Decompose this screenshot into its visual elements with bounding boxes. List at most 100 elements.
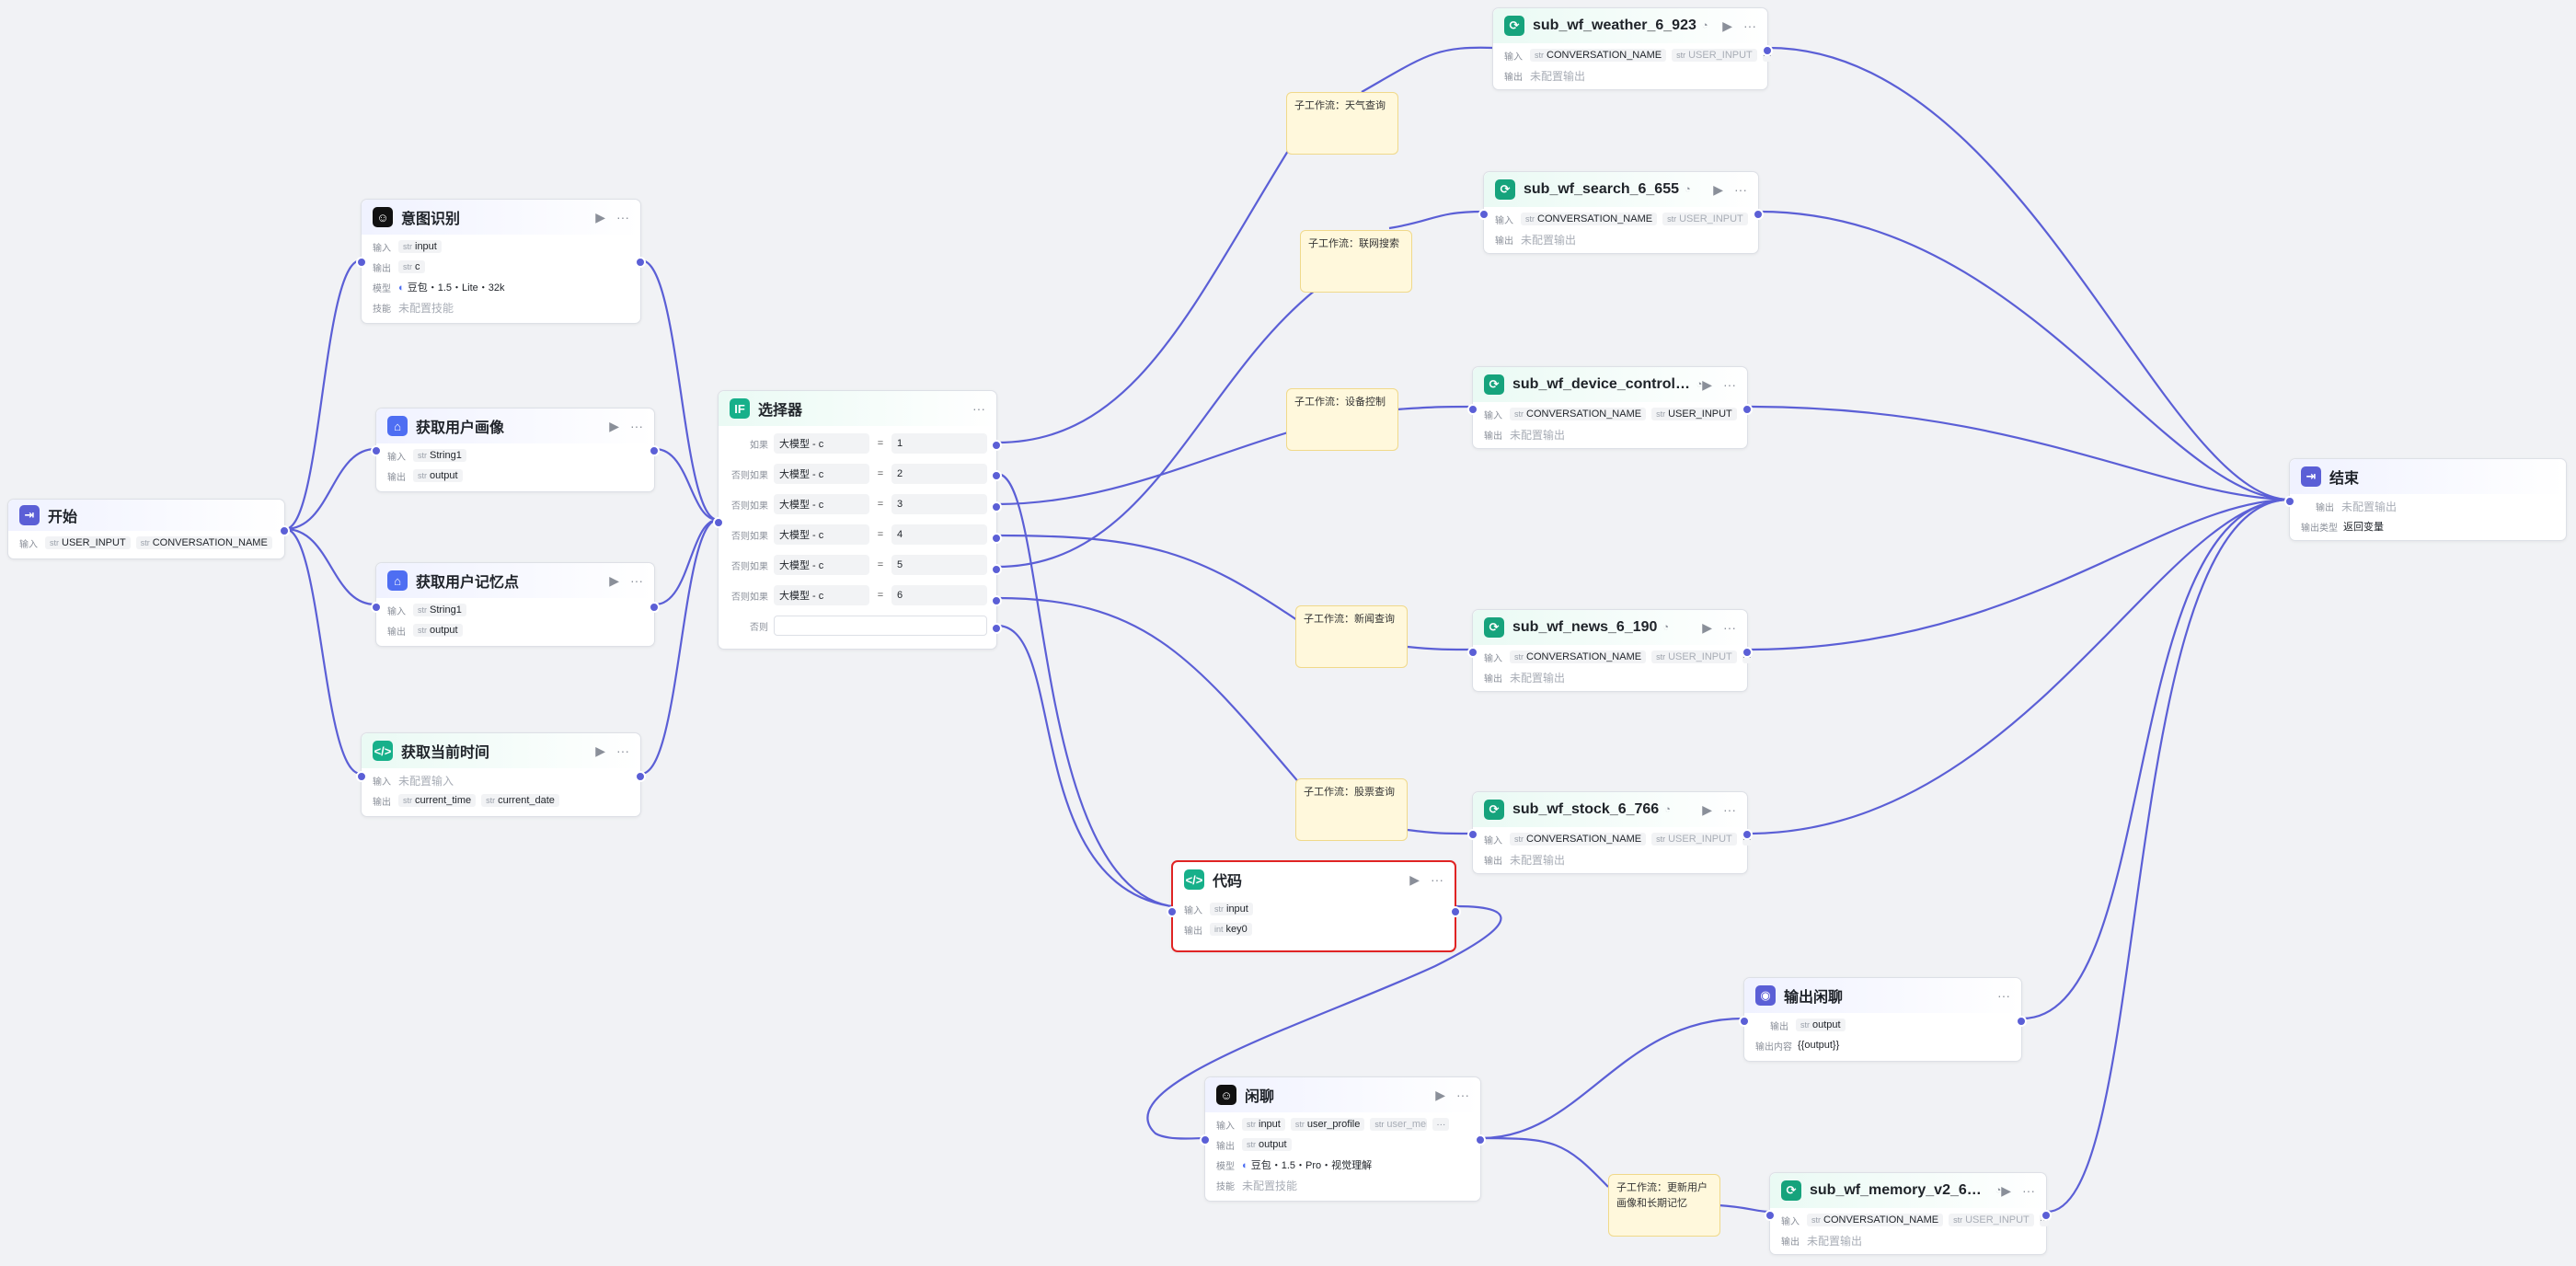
run-icon[interactable]: ▶ [2001, 1183, 2011, 1199]
end-node[interactable]: ⇥ 结束 输出 未配置输出 输出类型 返回变量 [2284, 458, 2567, 541]
subflow-search-node[interactable]: ⟳ sub_wf_search_6_655 ◔ ▶ ··· 输入 str CONVE… [1478, 171, 1764, 254]
subflow-weather-node[interactable]: ⟳ sub_wf_weather_6_923 ◔ ▶ ··· 输入 str CONV… [1492, 7, 1773, 90]
input-tag: str USER_INPUT [1651, 833, 1737, 846]
input-port[interactable] [371, 602, 382, 613]
run-icon[interactable]: ▶ [1702, 620, 1712, 636]
input-port[interactable] [1467, 404, 1478, 415]
input-port[interactable] [713, 517, 724, 528]
note-device[interactable]: 子工作流：设备控制 [1286, 388, 1398, 451]
more-icon[interactable]: ··· [1723, 620, 1736, 635]
user-memory-node[interactable]: ⌂ 获取用户记忆点 ▶ ··· 输入 str String1 输出 str output [371, 562, 660, 647]
more-icon[interactable]: ··· [1723, 802, 1736, 817]
run-icon[interactable]: ▶ [609, 573, 619, 589]
input-port[interactable] [371, 445, 382, 456]
run-icon[interactable]: ▶ [609, 419, 619, 434]
subflow-memory-node[interactable]: ⟳ sub_wf_memory_v2_6_830 ◔ ▶ ··· 输入 str CO… [1765, 1172, 2052, 1255]
user-profile-node[interactable]: ⌂ 获取用户画像 ▶ ··· 输入 str String1 输出 str output [371, 408, 660, 492]
output-port[interactable] [635, 257, 646, 268]
branch-port-2[interactable] [991, 470, 1002, 481]
more-icon[interactable]: ··· [1456, 1088, 1469, 1102]
condition-row[interactable]: 如果 大模型 - c = 1 [719, 431, 989, 456]
more-icon[interactable]: ··· [616, 743, 629, 758]
else-row[interactable]: 否则 [719, 613, 989, 639]
output-label: 输出 [1484, 673, 1502, 685]
current-time-node[interactable]: </> 获取当前时间 ▶ ··· 输入 未配置输入 输出 str current_ti… [356, 732, 646, 817]
login-icon: ⇥ [19, 505, 40, 525]
output-port[interactable] [279, 525, 290, 536]
intent-node[interactable]: ☺ 意图识别 ▶ ··· 输入 str input 输出 str c 模型 ◐ 豆包・1.5… [356, 199, 646, 324]
branch-port-5[interactable] [991, 564, 1002, 575]
output-port[interactable] [1753, 209, 1764, 220]
note-weather[interactable]: 子工作流：天气查询 [1286, 92, 1398, 155]
input-port[interactable] [1765, 1210, 1776, 1221]
output-port[interactable] [1742, 404, 1753, 415]
input-port[interactable] [1739, 1016, 1750, 1027]
more-icon[interactable]: ··· [1743, 18, 1756, 33]
branch-port-1[interactable] [991, 440, 1002, 451]
chat-node[interactable]: ☺ 闲聊 ▶ ··· 输入 str input str user_profile st… [1200, 1076, 1486, 1202]
output-port[interactable] [2041, 1210, 2052, 1221]
note-search[interactable]: 子工作流：联网搜索 [1300, 230, 1412, 293]
more-icon[interactable]: ··· [1723, 377, 1736, 392]
condition-row[interactable]: 否则如果 大模型 - c = 5 [719, 552, 989, 578]
note-stock[interactable]: 子工作流：股票查询 [1295, 778, 1408, 841]
condition-row[interactable]: 否则如果 大模型 - c = 6 [719, 582, 989, 608]
branch-port-6[interactable] [991, 595, 1002, 606]
chat-output-node[interactable]: ◉ 输出闲聊 ··· 输出 str output 输出内容 {{output}} [1739, 977, 2027, 1062]
subflow-news-node[interactable]: ⟳ sub_wf_news_6_190 ◔ ▶ ··· 输入 str CONVERS… [1467, 609, 1753, 692]
more-icon[interactable]: ··· [630, 573, 643, 588]
output-port[interactable] [1742, 647, 1753, 658]
more-icon[interactable]: ··· [1734, 182, 1747, 197]
run-icon[interactable]: ▶ [1722, 18, 1732, 34]
output-port[interactable] [635, 771, 646, 782]
else-port[interactable] [991, 623, 1002, 634]
code-icon: </> [1184, 869, 1204, 890]
input-port[interactable] [1467, 829, 1478, 840]
selector-node[interactable]: IF 选择器 ··· 如果 大模型 - c = 1 否则如果 大模型 - c = 2 否则如… [713, 390, 1002, 650]
run-icon[interactable]: ▶ [1702, 377, 1712, 393]
branch-port-4[interactable] [991, 533, 1002, 544]
condition-row[interactable]: 否则如果 大模型 - c = 2 [719, 461, 989, 487]
run-icon[interactable]: ▶ [1702, 802, 1712, 818]
more-inputs-icon[interactable]: ··· [1432, 1118, 1450, 1131]
input-port[interactable] [1478, 209, 1489, 220]
condition-row[interactable]: 否则如果 大模型 - c = 3 [719, 491, 989, 517]
run-icon[interactable]: ▶ [1713, 182, 1723, 198]
more-icon[interactable]: ··· [1997, 988, 2010, 1003]
output-port[interactable] [1450, 906, 1461, 917]
output-port[interactable] [1762, 45, 1773, 56]
run-icon[interactable]: ▶ [595, 210, 605, 225]
start-node[interactable]: ⇥ 开始 输入 str USER_INPUT str CONVERSATION_NA… [7, 499, 290, 559]
condition-row[interactable]: 否则如果 大模型 - c = 4 [719, 522, 989, 547]
more-icon[interactable]: ··· [1431, 872, 1443, 887]
note-news[interactable]: 子工作流：新闻查询 [1295, 605, 1408, 668]
input-port[interactable] [1200, 1134, 1211, 1145]
output-content-value: {{output}} [1798, 1040, 1840, 1051]
note-memory[interactable]: 子工作流：更新用户画像和长期记忆 [1608, 1174, 1720, 1237]
output-port[interactable] [1742, 829, 1753, 840]
more-icon[interactable]: ··· [630, 419, 643, 433]
output-port[interactable] [2016, 1016, 2027, 1027]
output-port[interactable] [649, 602, 660, 613]
subflow-device-node[interactable]: ⟳ sub_wf_device_control_6_... ◔ ▶··· 输入 … [1467, 366, 1753, 449]
input-tag: str USER_INPUT [1651, 408, 1737, 420]
subflow-stock-node[interactable]: ⟳ sub_wf_stock_6_766 ◔ ▶ ··· 输入 str CONVER… [1467, 791, 1753, 874]
run-icon[interactable]: ▶ [1409, 872, 1420, 888]
input-port[interactable] [1467, 647, 1478, 658]
more-icon[interactable]: ··· [972, 401, 985, 416]
output-port[interactable] [1475, 1134, 1486, 1145]
code-node[interactable]: </> 代码 ▶ ··· 输入 str input 输出 int key0 [1167, 860, 1461, 952]
edge-sel4-news [996, 534, 1298, 621]
run-icon[interactable]: ▶ [1435, 1088, 1445, 1103]
more-icon[interactable]: ··· [2022, 1183, 2035, 1198]
output-port[interactable] [649, 445, 660, 456]
input-port[interactable] [356, 257, 367, 268]
workflow-canvas[interactable]: ⇥ 开始 输入 str USER_INPUT str CONVERSATION_NA… [0, 0, 2576, 1266]
more-icon[interactable]: ··· [616, 210, 629, 224]
input-port[interactable] [2284, 496, 2295, 507]
input-tag: str String1 [413, 604, 466, 616]
input-port[interactable] [1167, 906, 1178, 917]
branch-port-3[interactable] [991, 501, 1002, 512]
run-icon[interactable]: ▶ [595, 743, 605, 759]
input-port[interactable] [356, 771, 367, 782]
